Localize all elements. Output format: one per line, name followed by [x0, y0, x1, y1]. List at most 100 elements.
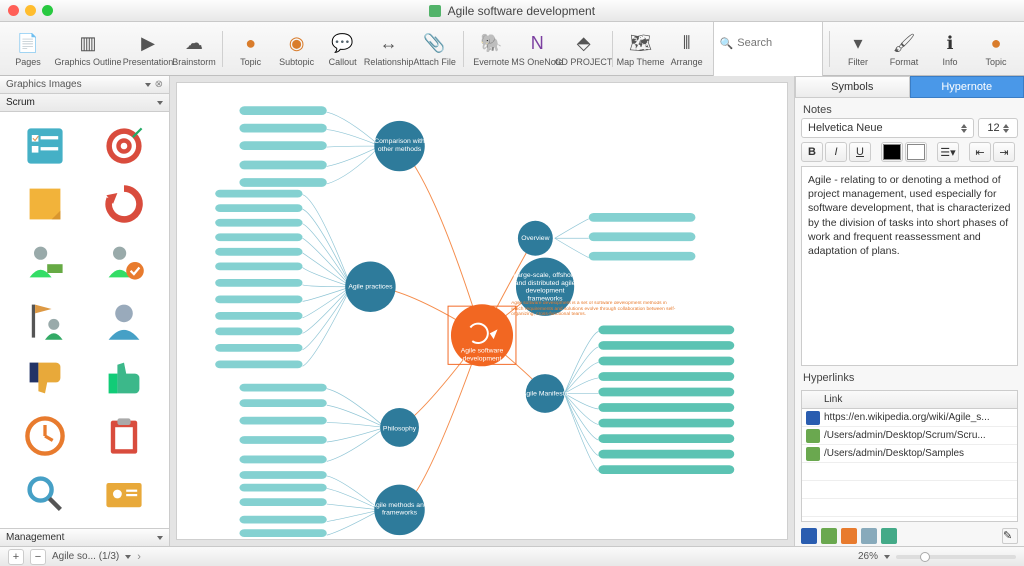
add-web-link-icon[interactable]: [801, 528, 817, 544]
zoom-out-button[interactable]: −: [30, 549, 46, 565]
note-textarea[interactable]: Agile - relating to or denoting a method…: [801, 166, 1018, 366]
add-email-link-icon[interactable]: [861, 528, 877, 544]
onenote-button[interactable]: NMS OneNote: [515, 25, 559, 73]
file-link-icon: [806, 429, 820, 443]
attach-file-button[interactable]: 📎Attach File: [413, 25, 457, 73]
presentation-icon: ▶: [135, 30, 161, 56]
hyperlinks-label: Hyperlinks: [795, 366, 1024, 386]
callout-icon: 💬: [330, 30, 356, 56]
pages-icon: 📄: [15, 30, 41, 56]
svg-text:Comparison with: Comparison with: [374, 138, 425, 145]
add-topic-link-icon[interactable]: [841, 528, 857, 544]
format-icon: 🖌: [891, 30, 917, 56]
pages-button[interactable]: 📄Pages: [6, 25, 50, 73]
graphics-icon-grid: [0, 112, 169, 528]
icon-id-card[interactable]: [88, 468, 162, 520]
brainstorm-button[interactable]: ☁Brainstorm: [172, 25, 216, 73]
outdent-button[interactable]: ⇤: [969, 142, 991, 162]
graphics-outline-icon: ▥: [75, 30, 101, 56]
hyperlinks-table: Link https://en.wikipedia.org/wiki/Agile…: [801, 390, 1018, 522]
svg-text:Agile software: Agile software: [461, 348, 504, 355]
svg-text:Agile Manifesto: Agile Manifesto: [522, 390, 569, 397]
icon-person-flag[interactable]: [8, 294, 82, 346]
underline-button[interactable]: U: [849, 142, 871, 162]
add-folder-link-icon[interactable]: [881, 528, 897, 544]
map-theme-button[interactable]: 🗺Map Theme: [619, 25, 663, 73]
sidebar-section-scrum[interactable]: Scrum: [0, 94, 169, 112]
center-description: Agile software development is a set of s…: [511, 301, 676, 317]
bold-button[interactable]: B: [801, 142, 823, 162]
hyperlink-row-empty[interactable]: [802, 499, 1017, 517]
mindmap-canvas[interactable]: Comparison withother methods Agile pract…: [176, 82, 788, 540]
window-title: Agile software development: [0, 4, 1024, 18]
arrange-button[interactable]: ⫴Arrange: [665, 25, 709, 73]
subtopic-button[interactable]: ◉Subtopic: [275, 25, 319, 73]
topic-panel-icon: ●: [983, 30, 1009, 56]
hyperlink-row-empty[interactable]: [802, 481, 1017, 499]
tab-hypernote[interactable]: Hypernote: [910, 76, 1024, 98]
icon-sticky-note[interactable]: [8, 178, 82, 230]
doc-tab-dropdown-icon[interactable]: [125, 555, 131, 559]
hyperlink-row[interactable]: /Users/admin/Desktop/Samples: [802, 445, 1017, 463]
graphics-sidebar: Graphics Images ⊗ Scrum: [0, 76, 170, 546]
sidebar-tab-graphics[interactable]: Graphics Images: [6, 79, 82, 90]
map-theme-icon: 🗺: [628, 30, 654, 56]
zoom-slider[interactable]: [896, 555, 1016, 559]
notes-label: Notes: [795, 98, 1024, 118]
icon-target[interactable]: [88, 120, 162, 172]
font-size-selector[interactable]: 12: [978, 118, 1018, 138]
zoom-dropdown-icon[interactable]: [884, 555, 890, 559]
info-button[interactable]: ℹInfo: [928, 25, 972, 73]
tab-symbols[interactable]: Symbols: [795, 76, 910, 98]
icon-person-money[interactable]: [8, 236, 82, 288]
svg-text:Agile methods and: Agile methods and: [371, 502, 427, 509]
svg-text:Agile practices: Agile practices: [348, 284, 393, 291]
presentation-button[interactable]: ▶Presentation: [126, 25, 170, 73]
search-input[interactable]: [737, 37, 816, 49]
icon-avatar[interactable]: [88, 294, 162, 346]
format-button[interactable]: 🖌Format: [882, 25, 926, 73]
icon-refresh[interactable]: [88, 178, 162, 230]
sidebar-close-icon[interactable]: ⊗: [155, 79, 163, 90]
italic-button[interactable]: I: [825, 142, 847, 162]
topic-button[interactable]: ●Topic: [229, 25, 273, 73]
info-icon: ℹ: [937, 30, 963, 56]
cd-project-button[interactable]: ⬘CD PROJECT: [561, 25, 606, 73]
callout-button[interactable]: 💬Callout: [321, 25, 365, 73]
icon-person-check[interactable]: [88, 236, 162, 288]
relationship-button[interactable]: ↔Relationship: [367, 25, 411, 73]
indent-button[interactable]: ⇥: [993, 142, 1015, 162]
evernote-button[interactable]: 🐘Evernote: [469, 25, 513, 73]
bg-color-button[interactable]: [905, 142, 927, 162]
zoom-in-button[interactable]: +: [8, 549, 24, 565]
icon-magnifier[interactable]: [8, 468, 82, 520]
graphics-outline-button[interactable]: ▥Graphics Outline: [52, 25, 124, 73]
sidebar-dropdown-icon[interactable]: [145, 83, 151, 87]
hyperlink-row[interactable]: https://en.wikipedia.org/wiki/Agile_s...: [802, 409, 1017, 427]
icon-thumbs-up[interactable]: [88, 352, 162, 404]
filter-button[interactable]: ▾Filter: [836, 25, 880, 73]
icon-clock[interactable]: [8, 410, 82, 462]
svg-text:development: development: [463, 355, 502, 362]
text-color-button[interactable]: [881, 142, 903, 162]
relationship-icon: ↔: [376, 30, 402, 56]
hyperlink-row[interactable]: /Users/admin/Desktop/Scrum/Scru...: [802, 427, 1017, 445]
list-button[interactable]: ☰▾: [937, 142, 959, 162]
icon-clipboard[interactable]: [88, 410, 162, 462]
icon-thumbs-down[interactable]: [8, 352, 82, 404]
add-file-link-icon[interactable]: [821, 528, 837, 544]
sidebar-section-management[interactable]: Management: [0, 528, 169, 546]
svg-text:frameworks: frameworks: [382, 510, 418, 517]
panel-footer-icons: ✎: [795, 526, 1024, 546]
hyperlink-row-empty[interactable]: [802, 463, 1017, 481]
file-link-icon: [806, 447, 820, 461]
font-selector[interactable]: Helvetica Neue: [801, 118, 974, 138]
icon-checklist[interactable]: [8, 120, 82, 172]
doc-tab[interactable]: Agile so... (1/3): [52, 551, 119, 562]
search-icon: 🔍: [720, 37, 734, 50]
right-panel: Symbols Hypernote Notes Helvetica Neue 1…: [794, 76, 1024, 546]
edit-link-icon[interactable]: ✎: [1002, 528, 1018, 544]
titlebar: Agile software development: [0, 0, 1024, 22]
topic-panel-button[interactable]: ●Topic: [974, 25, 1018, 73]
brainstorm-icon: ☁: [181, 30, 207, 56]
